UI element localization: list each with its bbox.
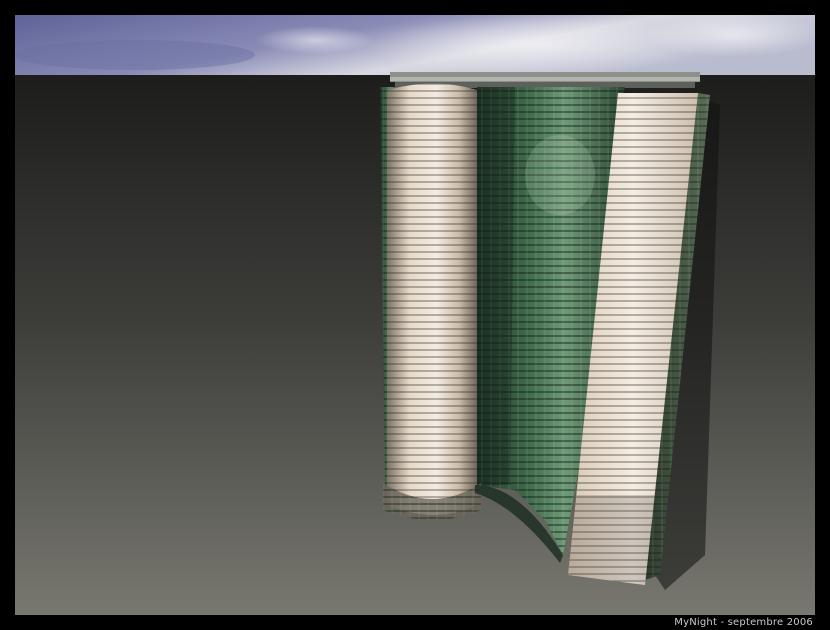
render-scene [15,15,815,615]
cylindrical-tower [383,83,481,520]
image-caption: MyNight - septembre 2006 [674,617,813,628]
image-frame: MyNight - septembre 2006 [0,0,830,630]
skyscraper-render [15,15,815,615]
